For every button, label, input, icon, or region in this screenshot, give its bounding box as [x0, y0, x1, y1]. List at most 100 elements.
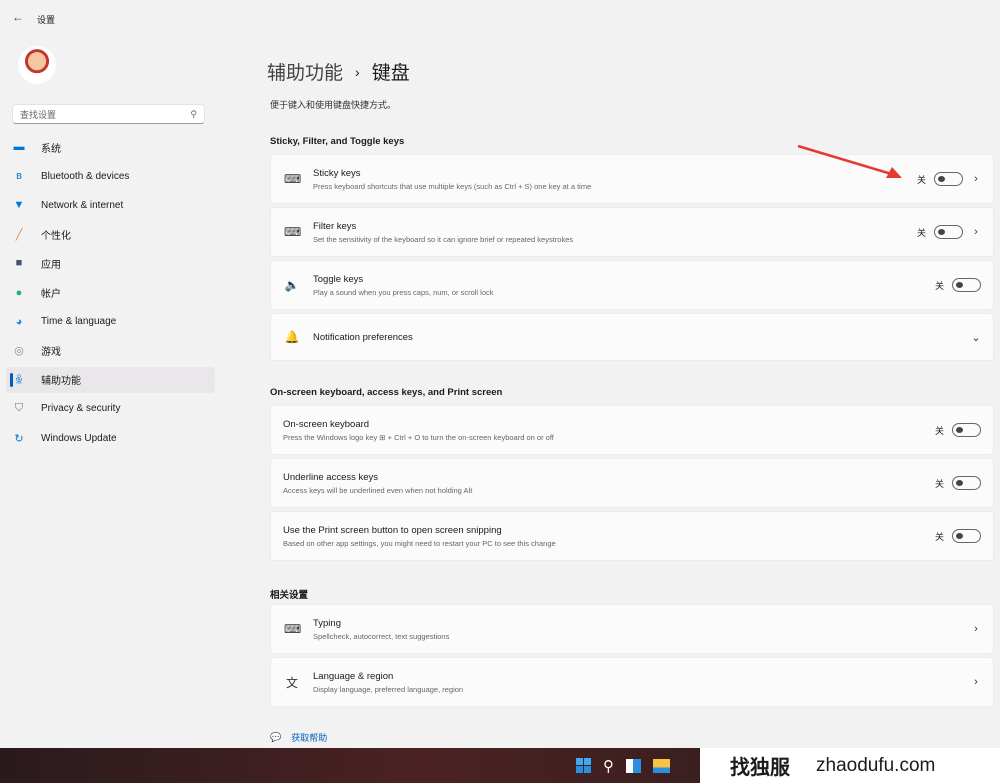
- toggle-switch[interactable]: [952, 278, 981, 292]
- page-description: 便于键入和使用键盘快捷方式。: [270, 100, 397, 110]
- sidebar-item[interactable]: ʙ Bluetooth & devices: [6, 163, 215, 189]
- accessibility-icon: ꆜ: [14, 375, 24, 388]
- search-icon: ⚲: [190, 108, 197, 119]
- breadcrumb-separator: ›: [355, 63, 360, 80]
- toggle-state-label: 关: [934, 531, 944, 542]
- setting-card[interactable]: Underline access keys Access keys will be…: [270, 458, 994, 508]
- chevron-right-icon[interactable]: ›: [971, 226, 981, 238]
- setting-title: Underline access keys: [283, 471, 379, 483]
- page-title: 键盘: [371, 63, 410, 84]
- setting-description: Spellcheck, autocorrect, text suggestion…: [313, 631, 450, 641]
- toggle-state-label: 关: [934, 425, 944, 436]
- toggle-state-label: 关: [934, 280, 944, 291]
- sticky-keys-icon: ⌨: [284, 172, 302, 186]
- breadcrumb-parent[interactable]: 辅助功能: [267, 58, 343, 85]
- setting-card[interactable]: 🔈 Toggle keys Play a sound when you press…: [270, 260, 994, 310]
- setting-title: Toggle keys: [313, 273, 364, 285]
- setting-description: Access keys will be underlined even when…: [283, 485, 473, 495]
- start-icon[interactable]: [576, 758, 591, 773]
- avatar[interactable]: [18, 46, 56, 84]
- setting-title: On-screen keyboard: [283, 418, 370, 430]
- bell-icon: 🔔: [284, 330, 300, 344]
- setting-card[interactable]: ⌨ Typing Spellcheck, autocorrect, text su…: [270, 604, 994, 654]
- search-placeholder: 查找设置: [20, 109, 57, 120]
- taskbar: ⚲: [0, 748, 700, 783]
- apps-icon: ■: [15, 257, 23, 270]
- watermark-logo: 找独服: [730, 757, 790, 779]
- sidebar-item[interactable]: ▼ Network & internet: [6, 192, 215, 218]
- sidebar-item[interactable]: ◎ 游戏: [6, 338, 215, 364]
- section-title: Sticky, Filter, and Toggle keys: [270, 136, 405, 147]
- setting-title: Use the Print screen button to open scre…: [283, 524, 502, 536]
- sidebar-item[interactable]: ╱ 个性化: [6, 221, 215, 247]
- search-input[interactable]: 查找设置 ⚲: [12, 104, 205, 124]
- window-title: 设置: [37, 15, 56, 25]
- toggle-state-label: 关: [934, 478, 944, 489]
- sidebar-item[interactable]: ◕ Time & language: [6, 309, 215, 335]
- section-title: 相关设置: [270, 590, 309, 601]
- help-label: 获取帮助: [291, 733, 328, 743]
- sidebar-item[interactable]: ⛉ Privacy & security: [6, 396, 215, 422]
- sidebar-item-label: Bluetooth & devices: [41, 170, 130, 182]
- toggle-switch[interactable]: [952, 423, 981, 437]
- setting-card[interactable]: On-screen keyboard Press the Windows logo…: [270, 405, 994, 455]
- sidebar-item-label: Time & language: [41, 316, 117, 328]
- toggle-switch[interactable]: [934, 172, 963, 186]
- setting-description: Based on other app settings, you might n…: [283, 538, 556, 548]
- watermark-banner: 找独服 zhaodufu.com: [700, 748, 1000, 783]
- speaker-icon: 🔈: [284, 278, 300, 292]
- sidebar-item-label: 应用: [41, 259, 61, 271]
- setting-title: Sticky keys: [313, 167, 361, 179]
- sidebar-item[interactable]: ↻ Windows Update: [6, 425, 215, 451]
- chevron-down-icon[interactable]: ⌄: [971, 331, 981, 344]
- sidebar-item[interactable]: ▬ 系统: [6, 134, 215, 160]
- breadcrumb: 辅助功能 › 键盘: [267, 58, 410, 85]
- update-icon: ↻: [14, 432, 24, 445]
- sidebar-item-label: 帐户: [41, 289, 61, 300]
- setting-description: Play a sound when you press caps, num, o…: [313, 287, 494, 297]
- globe-clock-icon: ◕: [15, 315, 23, 328]
- annotation-arrow: [797, 144, 902, 178]
- setting-description: Press the Windows logo key ⊞ + Ctrl + O …: [283, 432, 554, 442]
- person-icon: ●: [15, 286, 23, 299]
- sidebar-item-label: Privacy & security: [41, 403, 121, 415]
- shield-icon: ⛉: [14, 402, 24, 415]
- brush-icon: ╱: [15, 228, 23, 241]
- search-taskbar-icon[interactable]: ⚲: [603, 757, 614, 775]
- sidebar-item-label: 系统: [41, 143, 61, 155]
- setting-card[interactable]: ⌨ Filter keys Set the sensitivity of the …: [270, 207, 994, 257]
- sidebar-item-label: 辅助功能: [41, 376, 81, 388]
- chevron-right-icon[interactable]: ›: [971, 676, 981, 688]
- sidebar-item[interactable]: ꆜ 辅助功能: [6, 366, 215, 393]
- setting-card[interactable]: 🔔 Notification preferences ⌄: [270, 313, 994, 361]
- back-icon[interactable]: ←: [12, 10, 24, 24]
- setting-card[interactable]: 文 Language & region Display language, pre…: [270, 657, 994, 707]
- monitor-icon: ▬: [13, 141, 25, 153]
- setting-title: Notification preferences: [313, 331, 413, 343]
- sidebar-item-label: Windows Update: [41, 432, 117, 444]
- setting-description: Press keyboard shortcuts that use multip…: [313, 181, 592, 191]
- help-icon: 💬: [270, 732, 282, 742]
- widgets-icon[interactable]: [626, 758, 641, 773]
- chevron-right-icon[interactable]: ›: [971, 623, 981, 635]
- sidebar-item[interactable]: ■ 应用: [6, 250, 215, 276]
- setting-card[interactable]: Use the Print screen button to open scre…: [270, 511, 994, 561]
- get-help-link[interactable]: 💬 获取帮助: [270, 731, 327, 744]
- toggle-switch[interactable]: [934, 225, 963, 239]
- keyboard-icon: ⌨: [284, 622, 302, 636]
- toggle-state-label: 关: [916, 227, 926, 238]
- watermark-url: zhaodufu.com: [816, 754, 936, 776]
- sidebar-item-label: 游戏: [41, 347, 61, 359]
- sidebar-item-label: 个性化: [41, 230, 71, 242]
- setting-title: Language & region: [313, 670, 394, 682]
- file-explorer-icon[interactable]: [653, 758, 670, 773]
- sidebar-item[interactable]: ● 帐户: [6, 280, 215, 306]
- chevron-right-icon[interactable]: ›: [971, 173, 981, 185]
- setting-title: Filter keys: [313, 220, 357, 232]
- setting-description: Display language, preferred language, re…: [313, 684, 464, 694]
- active-indicator: [10, 372, 13, 387]
- language-icon: 文: [285, 675, 298, 690]
- filter-keys-icon: ⌨: [284, 225, 302, 239]
- toggle-switch[interactable]: [952, 476, 981, 490]
- toggle-switch[interactable]: [952, 529, 981, 543]
